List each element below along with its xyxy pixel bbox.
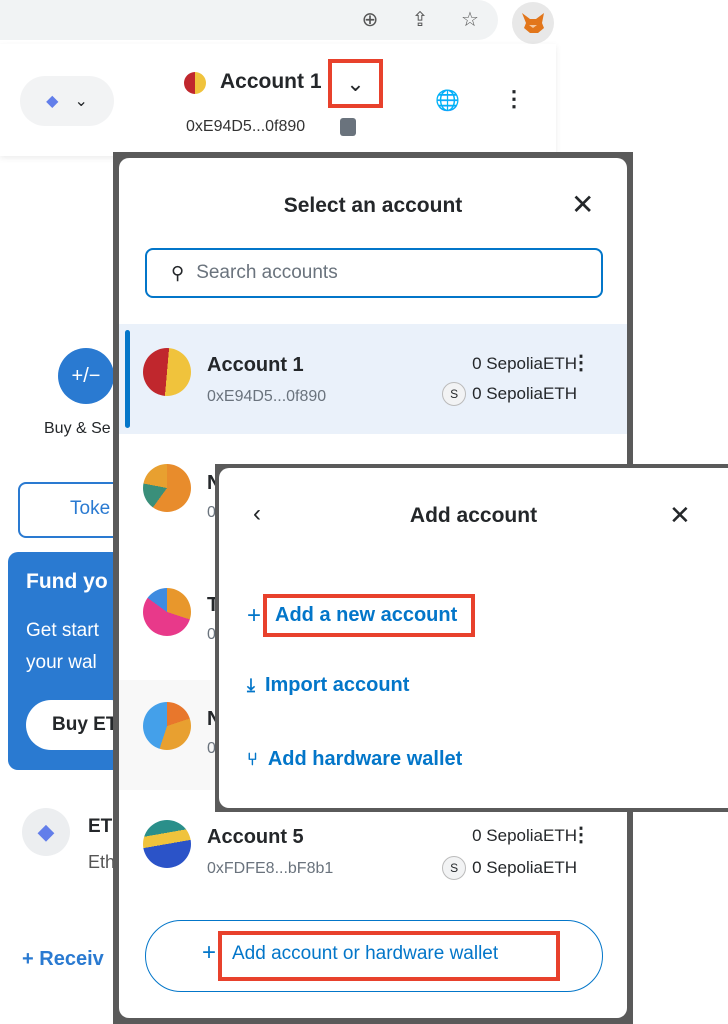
fund-wallet-card: Fund yo Get start your wal Buy ET	[8, 552, 136, 770]
buy-sell-label: Buy & Se	[44, 420, 111, 437]
avatar	[143, 588, 191, 636]
search-icon: ⚲	[171, 262, 185, 283]
avatar	[143, 702, 191, 750]
star-icon[interactable]: ☆	[458, 8, 482, 32]
selected-indicator	[125, 330, 130, 428]
account-address: 0xE94D5...0f890	[207, 388, 327, 405]
avatar	[143, 820, 191, 868]
hardware-wallet-icon: ⑂	[247, 749, 258, 769]
globe-icon[interactable]: 🌐	[435, 88, 460, 113]
account-options-icon[interactable]: ⋮	[571, 350, 591, 375]
fund-title: Fund yo	[26, 570, 108, 593]
account-sub-balance: S0 SepoliaETH	[442, 382, 577, 406]
account-name: Account 5	[207, 826, 304, 848]
close-icon[interactable]: ✕	[571, 188, 594, 221]
ethereum-icon: ◆	[22, 808, 70, 856]
metamask-fox-icon[interactable]	[512, 2, 554, 44]
chevron-down-icon: ⌄	[74, 93, 88, 110]
plus-icon: +	[202, 939, 217, 966]
add-account-label: Add account or hardware wallet	[218, 931, 560, 981]
fund-text: Get start	[26, 620, 99, 641]
account-row[interactable]: Account 1 0xE94D5...0f890 0 SepoliaETH ⋮…	[119, 324, 627, 434]
account-name[interactable]: Account 1	[220, 70, 322, 94]
account-address: 0xFDFE8...bF8b1	[207, 860, 334, 877]
fund-text: your wal	[26, 652, 97, 673]
network-selector[interactable]: ◆ ⌄	[20, 76, 114, 126]
option-label: Import account	[264, 674, 410, 696]
account-balance: 0 SepoliaETH	[472, 354, 577, 373]
share-icon[interactable]: ⇪	[408, 8, 432, 32]
account-balance: 0 SepoliaETH	[472, 826, 577, 845]
account-menu-chevron[interactable]: ⌄	[328, 59, 383, 108]
search-placeholder: Search accounts	[196, 262, 338, 283]
option-label: Add hardware wallet	[267, 748, 463, 770]
avatar	[143, 464, 191, 512]
zoom-in-icon[interactable]: ⊕	[358, 8, 382, 32]
plus-icon: +	[247, 601, 262, 629]
import-account-option[interactable]: ⤓ Import account	[247, 674, 409, 697]
buy-sell-icon[interactable]: +/−	[58, 348, 114, 404]
add-account-or-hardware-button[interactable]: + Add account or hardware wallet	[145, 920, 603, 992]
chevron-down-icon: ⌄	[346, 70, 365, 96]
add-new-account-option[interactable]: + Add a new account	[247, 594, 476, 637]
search-input[interactable]: ⚲ Search accounts	[145, 248, 603, 298]
option-label: Add a new account	[263, 594, 476, 637]
kebab-menu-icon[interactable]: ⋮	[503, 86, 525, 112]
ethereum-icon: ◆	[46, 93, 59, 110]
modal-title: Add account	[409, 504, 538, 527]
receive-label: Receiv	[39, 948, 104, 970]
browser-toolbar: ⊕ ⇪ ☆	[0, 0, 556, 44]
copy-icon[interactable]	[340, 118, 356, 136]
close-icon[interactable]: ✕	[669, 500, 691, 531]
account-address: 0xE94D5...0f890	[186, 118, 306, 135]
account-row[interactable]: Account 5 0xFDFE8...bF8b1 0 SepoliaETH ⋮…	[119, 796, 627, 906]
receive-link[interactable]: + Receiv	[22, 948, 104, 971]
plus-icon: +	[22, 948, 40, 970]
avatar	[143, 348, 191, 396]
avatar	[184, 72, 206, 94]
asset-symbol[interactable]: ET	[88, 816, 112, 838]
account-options-icon[interactable]: ⋮	[571, 822, 591, 847]
modal-title: Select an account	[283, 194, 463, 217]
account-name: Account 1	[207, 354, 304, 376]
account-sub-balance: S0 SepoliaETH	[442, 856, 577, 880]
sepolia-icon: S	[442, 856, 467, 880]
add-hardware-wallet-option[interactable]: ⑂ Add hardware wallet	[247, 748, 462, 771]
import-icon: ⤓	[247, 675, 255, 695]
add-account-modal: ‹ Add account ✕ + Add a new account ⤓ Im…	[215, 464, 728, 812]
sepolia-icon: S	[442, 382, 467, 406]
asset-name: Eth	[88, 852, 116, 872]
